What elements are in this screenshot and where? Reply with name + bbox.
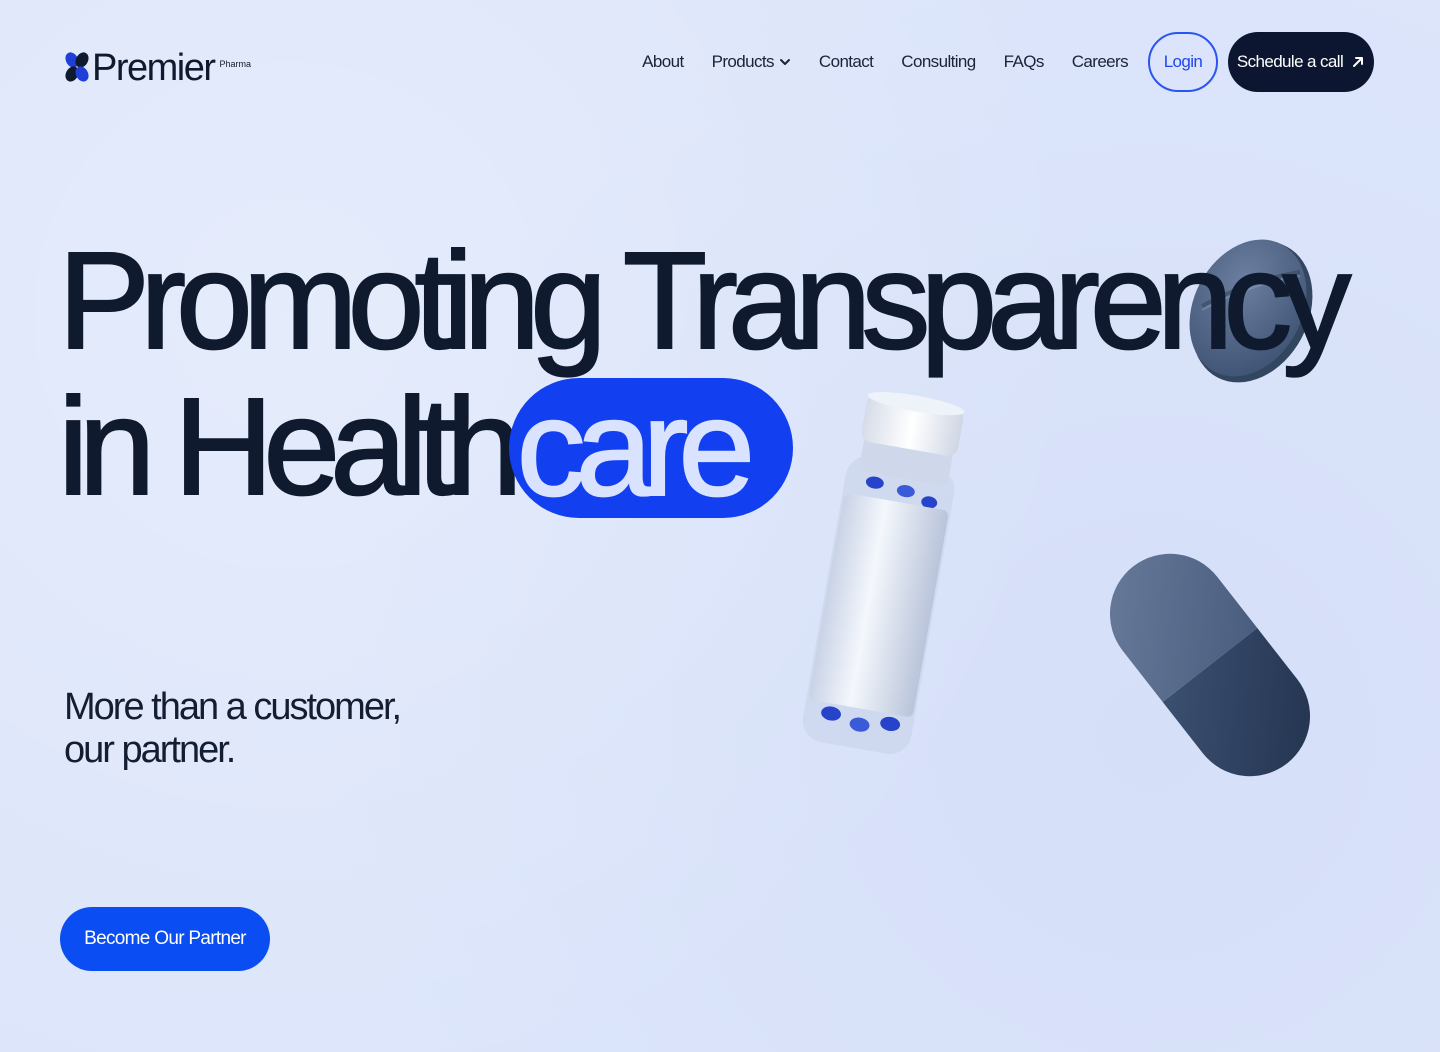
nav-link-about[interactable]: About	[642, 52, 684, 72]
nav-link-label: Products	[711, 52, 775, 71]
nav-link-careers[interactable]: Careers	[1071, 52, 1129, 72]
pharma-cross-logo-icon	[65, 52, 89, 82]
nav-link-faqs[interactable]: FAQs	[1003, 52, 1045, 72]
hero-title-line-2-prefix: in Health	[57, 370, 524, 524]
brand-subtitle: Pharma	[219, 59, 252, 69]
login-button[interactable]: Login	[1148, 32, 1218, 92]
hero-subtitle: More than a customer, our partner.	[64, 686, 424, 772]
hero-highlight-word: care	[508, 377, 794, 519]
nav-links: About Products Contact Consulting FAQs C…	[642, 32, 1374, 92]
schedule-call-label: Schedule a call	[1236, 52, 1344, 71]
hero-subtitle-line-2: our partner.	[64, 729, 236, 771]
chevron-down-icon	[779, 59, 790, 65]
nav-link-products[interactable]: Products	[712, 52, 791, 72]
hero-title: Promoting Transparency in Healthcare	[57, 224, 1352, 519]
nav-link-consulting[interactable]: Consulting	[901, 52, 976, 72]
hero-title-line-1: Promoting Transparency	[57, 224, 1352, 378]
capsule-pill-illustration	[1110, 553, 1310, 777]
hero-title-line-2: in Healthcare	[57, 377, 1341, 519]
top-navigation: Premier Pharma About Products Contact Co…	[64, 30, 1374, 94]
become-partner-label: Become Our Partner	[84, 928, 246, 949]
nav-link-label: About	[642, 52, 684, 71]
hero-subtitle-line-1: More than a customer,	[64, 686, 402, 728]
brand-name: Premier	[92, 47, 216, 89]
nav-link-label: Contact	[818, 52, 874, 71]
brand-logo[interactable]: Premier Pharma	[64, 37, 251, 87]
nav-link-label: FAQs	[1003, 52, 1045, 71]
arrow-up-right-icon	[1353, 57, 1364, 67]
nav-link-label: Consulting	[901, 52, 976, 71]
become-partner-button[interactable]: Become Our Partner	[60, 907, 270, 971]
schedule-call-button[interactable]: Schedule a call	[1228, 32, 1374, 92]
nav-link-contact[interactable]: Contact	[818, 52, 874, 72]
login-button-label: Login	[1163, 52, 1203, 71]
nav-link-label: Careers	[1071, 52, 1129, 71]
